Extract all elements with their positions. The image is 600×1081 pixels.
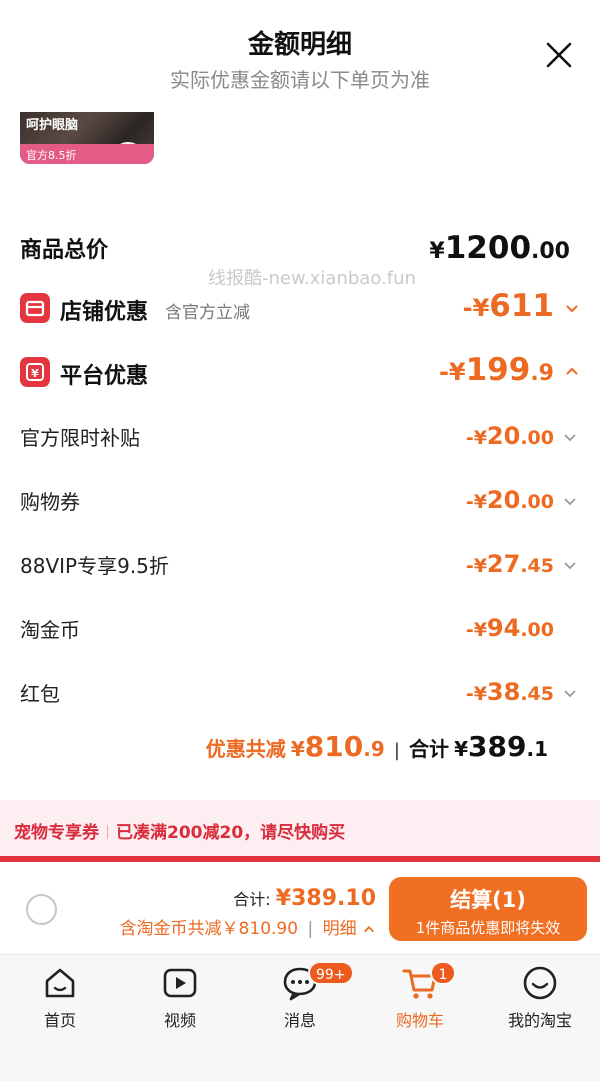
summary-total-label: 合计 <box>409 737 450 761</box>
shop-discount-label: 店铺优惠 <box>60 300 149 325</box>
tab-cart[interactable]: 1 购物车 <box>360 961 480 1031</box>
total-discount-value: ¥810.9 <box>290 730 385 763</box>
discount-item-label: 官方限时补贴 <box>20 426 140 450</box>
summary-divider: | <box>393 740 400 761</box>
promo-banner[interactable]: 宠物专享券 已凑满200减20，请尽快购买 <box>0 800 600 856</box>
cart-total: 合计: ¥389.10 <box>233 886 376 911</box>
chevron-down-icon[interactable] <box>562 494 578 510</box>
shop-discount-note: 含官方立减 <box>165 303 250 323</box>
tab-profile[interactable]: 我的淘宝 <box>480 963 600 1031</box>
sheet-subtitle: 实际优惠金额请以下单页为准 <box>170 68 430 92</box>
sheet-header: 金额明细 实际优惠金额请以下单页为准 <box>0 0 600 110</box>
discount-item-row[interactable]: 88VIP专享9.5折 -¥27.45 <box>20 550 580 584</box>
tab-label: 视频 <box>163 1011 196 1030</box>
chevron-up-icon[interactable] <box>564 363 580 379</box>
checkout-note: 1件商品优惠即将失效 <box>415 919 561 937</box>
chevron-down-icon[interactable] <box>562 558 578 574</box>
discount-item-row[interactable]: 购物券 -¥20.00 <box>20 486 580 520</box>
thumbnail-badge: 官方8.5折 <box>20 144 154 164</box>
discount-item-value: -¥27.45 <box>465 550 554 578</box>
tab-video[interactable]: 视频 <box>120 963 240 1031</box>
checkout-button[interactable]: 结算(1) 1件商品优惠即将失效 <box>389 877 587 941</box>
discount-item-label: 88VIP专享9.5折 <box>20 554 169 578</box>
discount-item-row[interactable]: 红包 -¥38.45 <box>20 678 580 712</box>
discount-item-value: -¥20.00 <box>465 486 554 514</box>
discount-item-label: 淘金币 <box>20 618 80 642</box>
discount-item-label: 红包 <box>20 682 60 706</box>
chevron-down-icon[interactable] <box>564 301 580 317</box>
discount-item-row: 淘金币 -¥94.00 <box>20 614 580 648</box>
chevron-down-icon[interactable] <box>562 686 578 702</box>
summary-line: 优惠共减 ¥810.9 | 合计 ¥389.1 <box>206 730 548 763</box>
chevron-down-icon[interactable] <box>562 430 578 446</box>
shop-discount-row[interactable]: 店铺优惠 含官方立减 -¥611 <box>20 288 580 326</box>
cart-total-label: 合计: <box>233 890 271 909</box>
detail-divider: | <box>307 919 314 939</box>
sheet-title: 金额明细 <box>247 30 352 60</box>
discount-item-value: -¥38.45 <box>465 678 554 706</box>
total-discount-label: 优惠共减 <box>205 737 286 761</box>
cart-badge: 1 <box>430 961 456 985</box>
tab-label: 消息 <box>283 1011 316 1030</box>
total-price-value: ¥1200.00 <box>429 230 570 266</box>
promo-tag: 宠物专享券 <box>14 823 99 843</box>
message-badge: 99+ <box>308 961 354 985</box>
watermark-text: 线报酷-new.xianbao.fun <box>208 268 416 289</box>
tab-label: 购物车 <box>395 1011 444 1030</box>
checkout-label: 结算(1) <box>450 888 526 912</box>
tab-label: 首页 <box>43 1011 76 1030</box>
promo-message: 已凑满200减20，请尽快购买 <box>116 823 346 843</box>
total-price-label: 商品总价 <box>20 238 109 263</box>
platform-discount-label: 平台优惠 <box>60 364 149 389</box>
total-price-row: 商品总价 ¥1200.00 <box>20 230 580 266</box>
close-icon[interactable] <box>544 40 574 70</box>
discount-item-value: -¥20.00 <box>465 422 554 450</box>
detail-link[interactable]: 明细 <box>323 919 357 939</box>
shop-icon <box>20 293 50 323</box>
profile-icon <box>523 966 557 1000</box>
platform-discount-row[interactable]: ¥ 平台优惠 -¥199.9 <box>20 352 580 390</box>
thumbnail-caption: 呵护眼脑 <box>26 118 79 133</box>
promo-divider <box>107 825 108 839</box>
video-icon <box>163 968 197 998</box>
chevron-up-icon <box>364 926 374 933</box>
platform-discount-value: -¥199.9 <box>438 352 554 388</box>
checkout-bar: 合计: ¥389.10 含淘金币共减￥810.90 | 明细 结算(1) 1件商… <box>0 862 600 954</box>
coupon-icon: ¥ <box>20 357 50 387</box>
summary-total-value: ¥389.1 <box>454 730 548 763</box>
summary-row: 优惠共减 ¥810.9 | 合计 ¥389.1 <box>20 730 580 770</box>
tab-home[interactable]: 首页 <box>0 963 120 1031</box>
promo-text: 宠物专享券 已凑满200减20，请尽快购买 <box>14 818 345 843</box>
discount-item-row[interactable]: 官方限时补贴 -¥20.00 <box>20 422 580 456</box>
shop-discount-value: -¥611 <box>462 288 554 324</box>
svg-text:¥: ¥ <box>31 367 39 380</box>
discount-item-label: 购物券 <box>20 490 80 514</box>
tab-label: 我的淘宝 <box>507 1011 572 1030</box>
tab-messages[interactable]: 99+ 消息 <box>240 961 360 1031</box>
select-all-checkbox[interactable] <box>26 894 57 925</box>
product-thumbnail: 呵护眼脑 官方8.5折 <box>20 112 154 164</box>
cart-total-amount: ¥389.10 <box>275 886 376 911</box>
bottom-tab-bar: 首页 视频 99+ 消息 1 购物车 我的淘宝 <box>0 954 600 1081</box>
cart-discount-detail[interactable]: 含淘金币共减￥810.90 | 明细 <box>120 914 376 939</box>
discount-item-value: -¥94.00 <box>465 614 554 642</box>
cart-discount-note: 含淘金币共减￥810.90 <box>119 919 299 939</box>
home-icon <box>45 968 75 998</box>
